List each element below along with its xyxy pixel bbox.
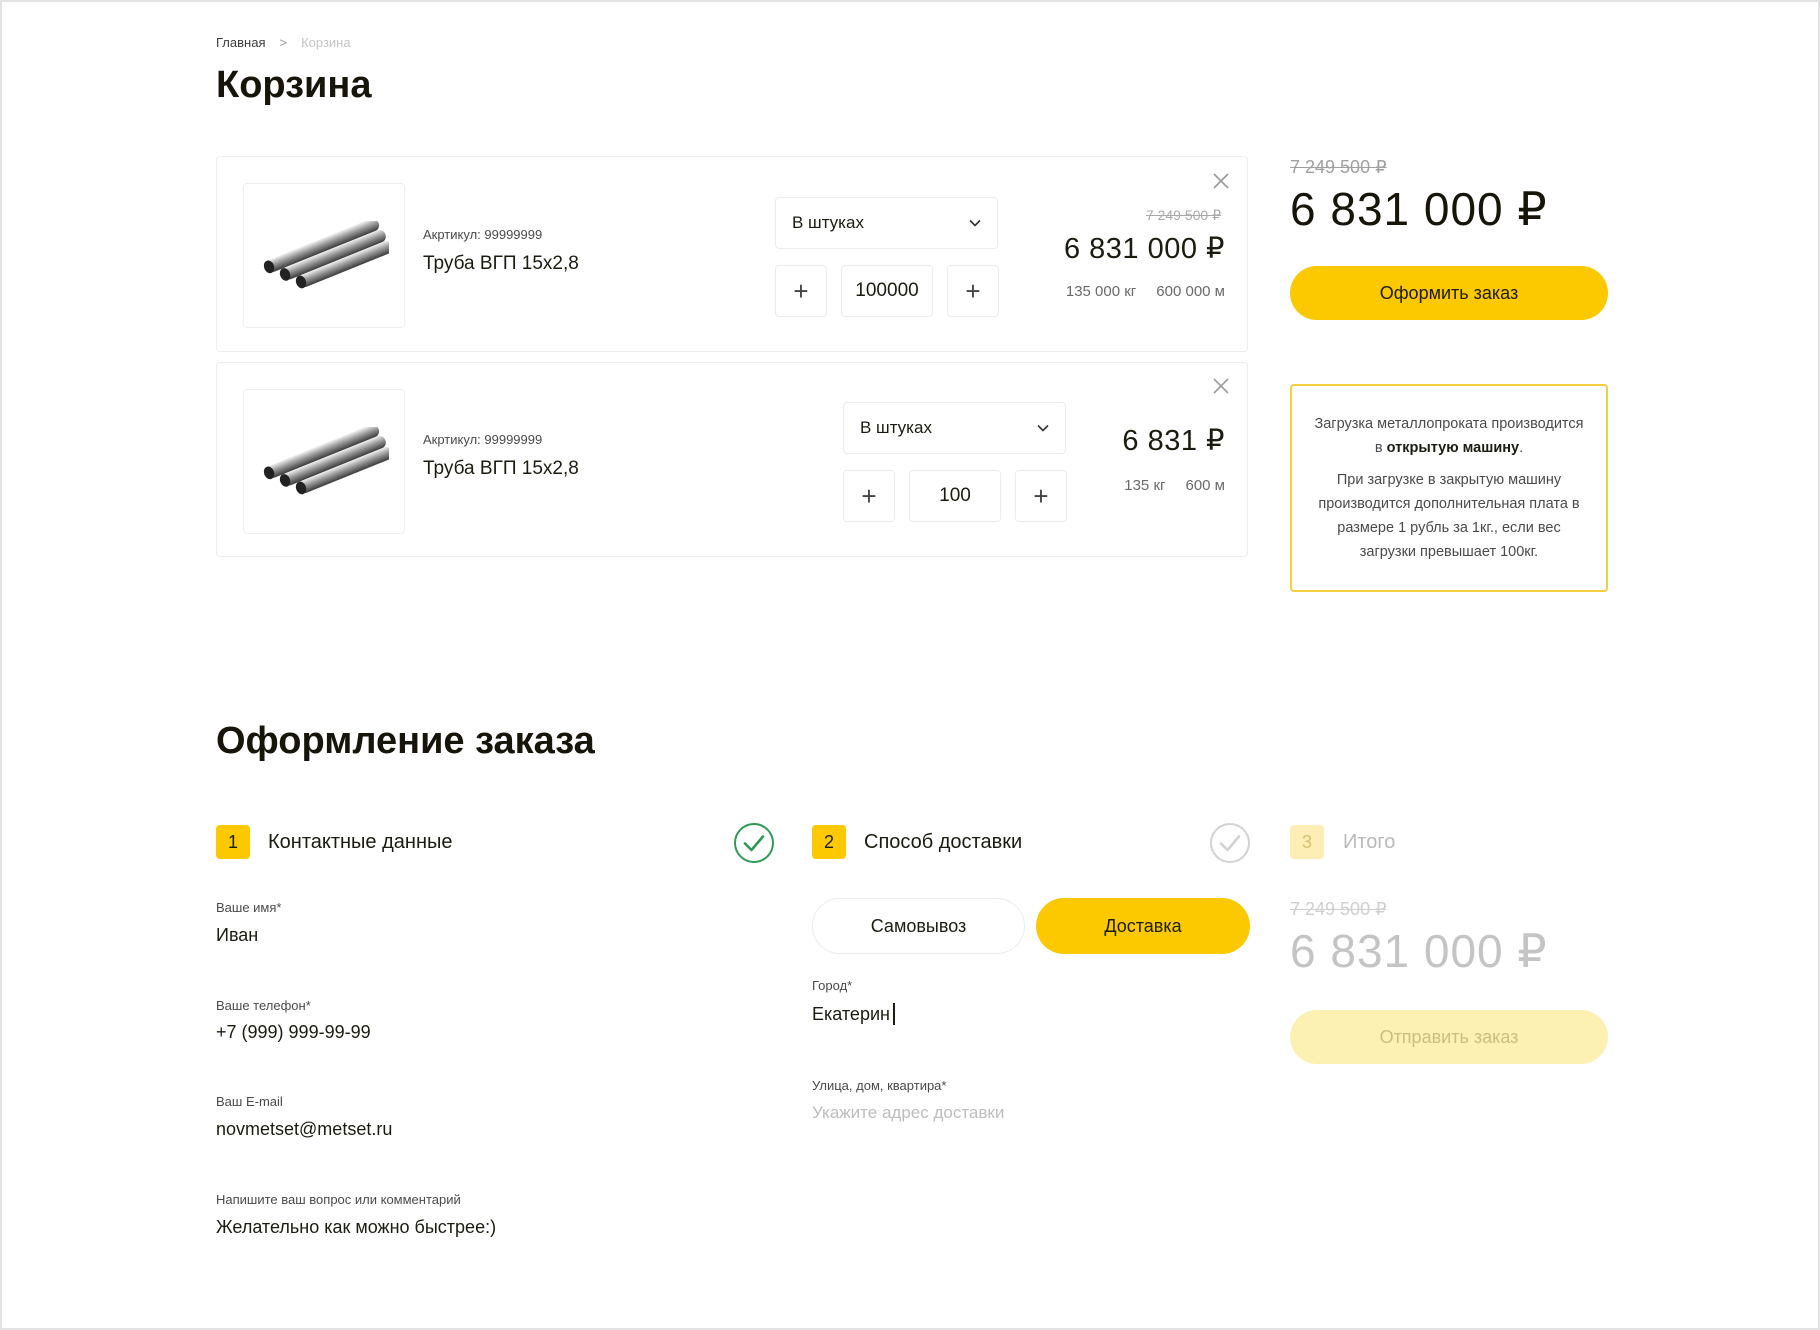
- item-length: 600 м: [1185, 477, 1225, 494]
- street-label: Улица, дом, квартира*: [812, 1078, 947, 1093]
- check-circle-icon: [734, 823, 774, 863]
- product-image[interactable]: [243, 389, 405, 534]
- quantity-increase-button[interactable]: +: [1015, 470, 1067, 522]
- step-number: 3: [1290, 825, 1324, 859]
- item-metrics: 135 000 кг 600 000 м: [1066, 283, 1225, 300]
- quantity-decrease-button[interactable]: +: [775, 265, 827, 317]
- step-number: 1: [216, 825, 250, 859]
- summary-price: 6 831 000 ₽: [1290, 183, 1548, 235]
- cart-item: Акртикул: 99999999 Труба ВГП 15x2,8 В шт…: [216, 156, 1248, 352]
- summary-old-price: 7 249 500 ₽: [1290, 157, 1387, 177]
- step-label-delivery[interactable]: Способ доставки: [864, 831, 1022, 854]
- step-label-contacts[interactable]: Контактные данные: [268, 831, 453, 854]
- email-label: Ваш E-mail: [216, 1094, 283, 1109]
- page-title: Корзина: [216, 64, 372, 106]
- item-price: 6 831 000 ₽: [1063, 233, 1225, 265]
- delivery-toggle-button[interactable]: Доставка: [1036, 898, 1250, 954]
- city-field[interactable]: Екатерин: [812, 1003, 895, 1025]
- item-weight: 135 000 кг: [1065, 283, 1137, 300]
- cart-item: Акртикул: 99999999 Труба ВГП 15x2,8 В шт…: [216, 362, 1248, 557]
- send-order-button[interactable]: Отправить заказ: [1290, 1010, 1608, 1064]
- checkout-title: Оформление заказа: [216, 720, 595, 762]
- unit-select[interactable]: В штуках: [843, 402, 1066, 454]
- check-circle-icon: [1210, 823, 1250, 863]
- place-order-button[interactable]: Оформить заказ: [1290, 266, 1608, 320]
- notice-paragraph: При загрузке в закрытую машину производи…: [1318, 472, 1580, 560]
- step-label-total[interactable]: Итого: [1343, 831, 1395, 854]
- comment-field[interactable]: Желательно как можно быстрее:): [216, 1217, 496, 1238]
- plus-icon: +: [793, 275, 809, 306]
- comment-label: Напишите ваш вопрос или комментарий: [216, 1192, 461, 1207]
- breadcrumb: Главная > Корзина: [216, 35, 351, 50]
- page-frame: Главная > Корзина Корзина Акртикул: 9999…: [0, 0, 1820, 1330]
- close-icon[interactable]: [1211, 171, 1231, 191]
- text-cursor: [892, 1003, 895, 1025]
- pickup-toggle-button[interactable]: Самовывоз: [812, 898, 1025, 954]
- notice-text: .: [1519, 440, 1524, 456]
- product-name[interactable]: Труба ВГП 15x2,8: [423, 253, 579, 275]
- name-field[interactable]: Иван: [216, 925, 258, 946]
- notice-emphasis: открытую машину: [1386, 440, 1520, 456]
- quantity-decrease-button[interactable]: +: [843, 470, 895, 522]
- unit-select-value: В штуках: [792, 213, 864, 232]
- breadcrumb-current: Корзина: [301, 35, 351, 50]
- phone-field[interactable]: +7 (999) 999-99-99: [216, 1022, 371, 1043]
- pipes-image: [263, 426, 389, 494]
- quantity-input[interactable]: 100: [909, 470, 1001, 522]
- product-sku: Акртикул: 99999999: [423, 227, 543, 242]
- city-label: Город*: [812, 978, 853, 993]
- plus-icon: +: [965, 275, 981, 306]
- item-weight: 135 кг: [1124, 477, 1166, 494]
- chevron-down-icon: [969, 219, 981, 227]
- phone-label: Ваше телефон*: [216, 998, 311, 1013]
- street-field[interactable]: Укажите адрес доставки: [812, 1103, 1004, 1123]
- plus-icon: +: [1033, 480, 1049, 511]
- close-icon[interactable]: [1211, 376, 1231, 396]
- name-label: Ваше имя*: [216, 900, 282, 915]
- quantity-increase-button[interactable]: +: [947, 265, 999, 317]
- total-old-price: 7 249 500 ₽: [1290, 899, 1387, 919]
- plus-icon: +: [861, 480, 877, 511]
- step-number: 2: [812, 825, 846, 859]
- item-length: 600 000 м: [1156, 283, 1225, 300]
- product-sku: Акртикул: 99999999: [423, 432, 543, 447]
- unit-select-value: В штуках: [860, 418, 932, 437]
- item-old-price: 7 249 500 ₽: [1145, 207, 1221, 223]
- breadcrumb-home-link[interactable]: Главная: [216, 35, 265, 50]
- product-image[interactable]: [243, 183, 405, 328]
- product-name[interactable]: Труба ВГП 15x2,8: [423, 458, 579, 480]
- item-metrics: 135 кг 600 м: [1124, 477, 1225, 494]
- unit-select[interactable]: В штуках: [775, 197, 998, 249]
- pipes-image: [263, 220, 389, 288]
- city-field-value: Екатерин: [812, 1003, 890, 1024]
- email-field[interactable]: novmetset@metset.ru: [216, 1119, 392, 1140]
- quantity-input[interactable]: 100000: [841, 265, 933, 317]
- item-price: 6 831 ₽: [1122, 425, 1225, 457]
- total-price: 6 831 000 ₽: [1290, 925, 1548, 977]
- loading-notice: Загрузка металлопроката производится в о…: [1290, 384, 1608, 592]
- notice-paragraph: Загрузка металлопроката производится в о…: [1314, 412, 1584, 460]
- chevron-down-icon: [1037, 424, 1049, 432]
- breadcrumb-separator: >: [279, 35, 288, 50]
